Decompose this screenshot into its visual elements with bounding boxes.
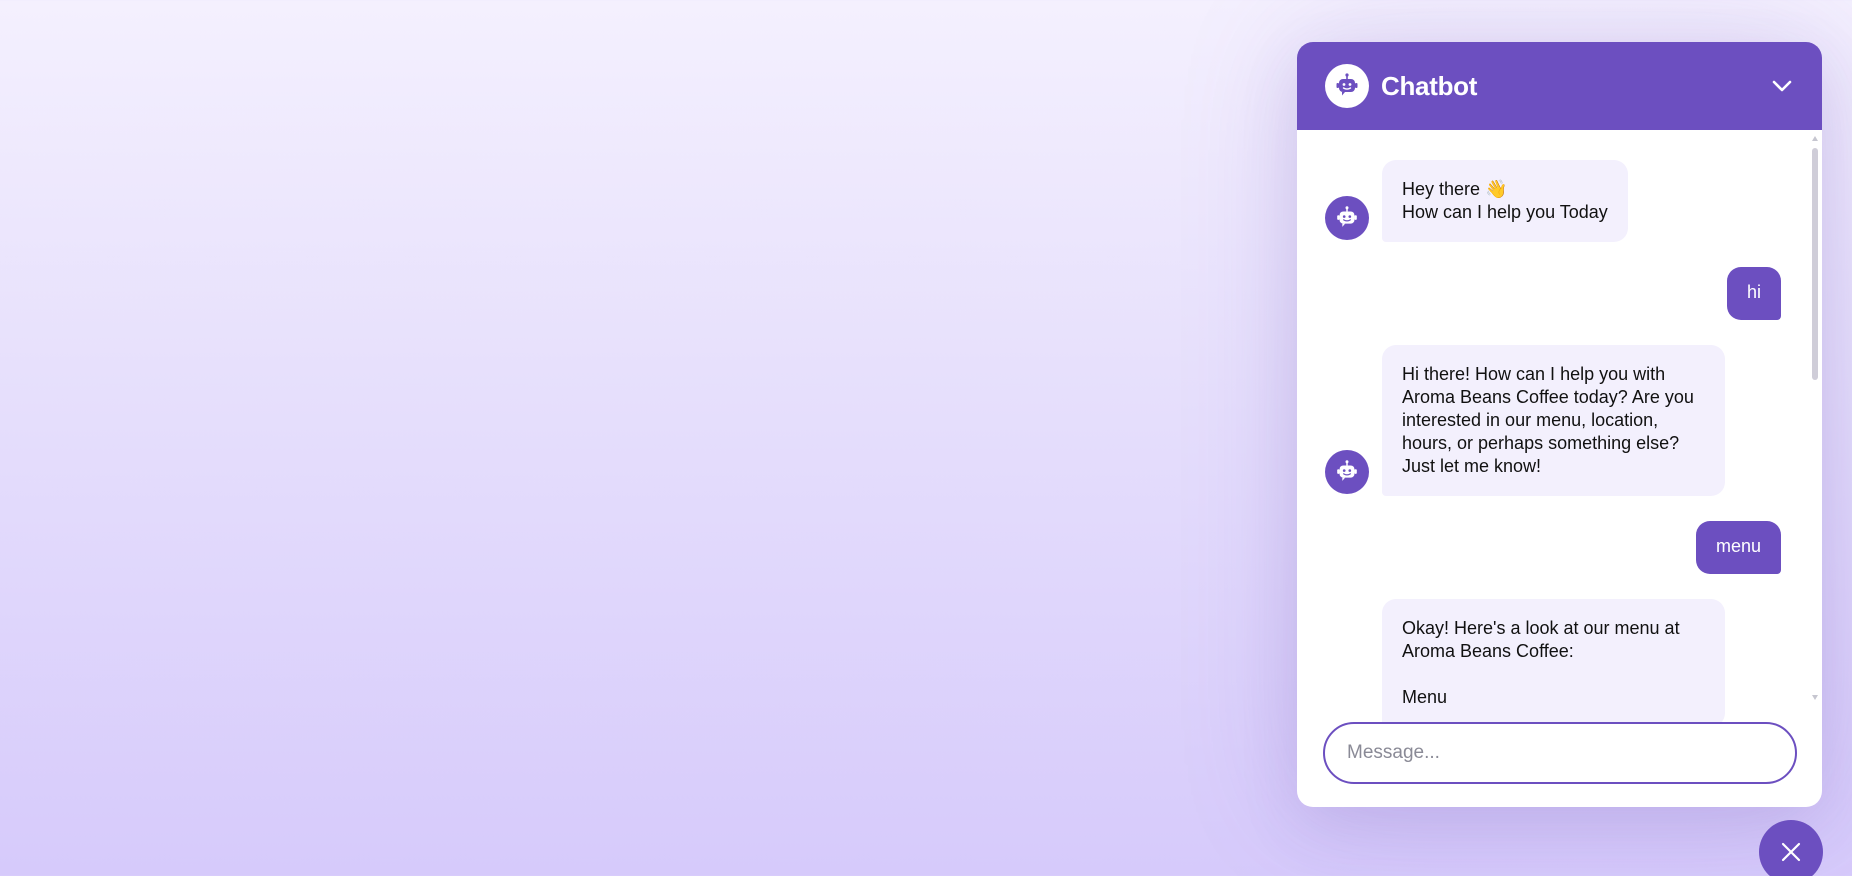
message-row-user: hi [1325,267,1781,320]
bot-message: Okay! Here's a look at our menu at Aroma… [1382,599,1725,727]
robot-icon [1337,206,1357,227]
message-list: Hey there 👋 How can I help you Today hi [1297,160,1822,727]
robot-icon [1337,460,1357,481]
robot-icon [1325,64,1369,108]
scroll-up-arrow[interactable] [1812,136,1818,141]
message-row-bot: Okay! Here's a look at our menu at Aroma… [1325,599,1781,727]
close-icon [1781,842,1801,862]
user-message: menu [1695,521,1781,574]
scroll-down-arrow[interactable] [1812,695,1818,700]
message-input-wrapper [1323,722,1797,784]
bot-message: Hey there 👋 How can I help you Today [1382,160,1628,242]
scrollbar-thumb[interactable] [1812,148,1818,380]
message-row-user: menu [1325,521,1781,574]
bot-avatar [1325,450,1369,494]
close-chat-button[interactable] [1759,820,1823,876]
user-message: hi [1726,267,1781,320]
message-input[interactable] [1347,742,1773,764]
chat-window: Chatbot Hey there 👋 How can I help you T… [1297,42,1822,807]
chat-body[interactable]: Hey there 👋 How can I help you Today hi [1297,130,1822,747]
scrollbar[interactable] [1810,136,1820,700]
collapse-button[interactable] [1768,72,1796,100]
chat-title: Chatbot [1381,70,1478,101]
chat-header: Chatbot [1297,42,1822,130]
message-row-bot: Hey there 👋 How can I help you Today [1325,160,1781,242]
bot-message: Hi there! How can I help you with Aroma … [1382,345,1725,496]
bot-avatar [1325,196,1369,240]
chevron-down-icon [1772,80,1792,92]
message-row-bot: Hi there! How can I help you with Aroma … [1325,345,1781,496]
